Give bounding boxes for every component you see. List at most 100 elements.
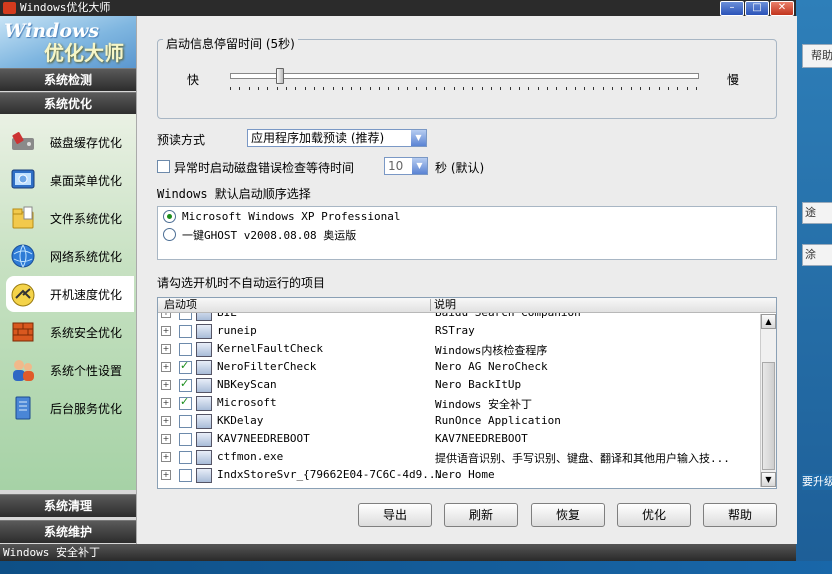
- nav-boot-speed-label: 开机速度优化: [50, 288, 123, 302]
- slider-slow-label: 慢: [727, 73, 740, 87]
- row-checkbox[interactable]: [179, 343, 192, 356]
- table-row[interactable]: + Microsoft Windows 安全补丁: [158, 394, 758, 412]
- row-name: NBKeyScan: [217, 378, 277, 391]
- expand-icon[interactable]: +: [161, 398, 171, 408]
- table-scrollbar[interactable]: ▲ ▼: [760, 314, 776, 487]
- scrollbar-thumb[interactable]: [762, 362, 775, 470]
- close-button[interactable]: ✕: [770, 1, 794, 16]
- row-checkbox[interactable]: [179, 415, 192, 428]
- diskcheck-wait-select[interactable]: 10 ▼: [384, 157, 428, 175]
- app-logo: Windows 优化大师: [0, 16, 136, 68]
- nav-services-label: 后台服务优化: [50, 402, 123, 416]
- row-checkbox[interactable]: [179, 359, 192, 374]
- optimize-button[interactable]: 优化: [617, 503, 691, 527]
- table-row[interactable]: + NeroFilterCheck Nero AG NeroCheck: [158, 358, 758, 376]
- section-system-detect[interactable]: 系统检测: [0, 68, 136, 91]
- personalize-icon: [10, 357, 36, 383]
- row-checkbox[interactable]: [179, 325, 192, 338]
- nav-security-label: 系统安全优化: [50, 326, 123, 340]
- minimize-button[interactable]: –: [720, 1, 744, 16]
- os-radio-1[interactable]: [163, 210, 176, 223]
- desktop-menu-icon: [10, 167, 36, 193]
- refresh-button[interactable]: 刷新: [444, 503, 518, 527]
- prefetch-select[interactable]: 应用程序加载预读 (推荐) ▼: [247, 129, 427, 147]
- diskcheck-checkbox[interactable]: [157, 160, 170, 173]
- nav-boot-speed[interactable]: 开机速度优化: [6, 276, 134, 312]
- diskcheck-value: 10: [388, 159, 404, 173]
- file-system-icon: [10, 205, 36, 231]
- diskcheck-label: 异常时启动磁盘错误检查等待时间: [174, 161, 355, 175]
- status-bar: Windows 安全补丁: [0, 544, 796, 561]
- table-row[interactable]: + ctfmon.exe 提供语音识别、手写识别、键盘、翻译和其他用户输入技...: [158, 448, 758, 466]
- row-description: Nero BackItUp: [435, 378, 522, 391]
- expand-icon[interactable]: +: [161, 380, 171, 390]
- nav-disk-cache-label: 磁盘缓存优化: [50, 136, 123, 150]
- help-button[interactable]: 帮助: [703, 503, 777, 527]
- expand-icon[interactable]: +: [161, 470, 171, 480]
- boot-speed-icon: [10, 281, 36, 307]
- row-name: Microsoft: [217, 396, 277, 409]
- row-checkbox[interactable]: [179, 395, 192, 410]
- startup-items-table: 启动项 说明 +BIEBaidu Search Companion+runeip…: [157, 297, 777, 489]
- nav-security[interactable]: 系统安全优化: [6, 314, 134, 350]
- nav-services[interactable]: 后台服务优化: [6, 390, 134, 426]
- expand-icon[interactable]: +: [161, 452, 171, 462]
- nav-network[interactable]: 网络系统优化: [6, 238, 134, 274]
- table-row[interactable]: + IndxStoreSvr_{79662E04-7C6C-4d9... Nero …: [158, 466, 758, 484]
- disk-cache-icon: [10, 129, 36, 155]
- expand-icon[interactable]: +: [161, 362, 171, 372]
- row-name: KKDelay: [217, 414, 264, 427]
- row-checkbox[interactable]: [179, 433, 192, 446]
- startup-label: 请勾选开机时不自动运行的项目: [157, 276, 326, 290]
- scroll-down-icon[interactable]: ▼: [761, 472, 776, 487]
- table-row[interactable]: + runeip RSTray: [158, 322, 758, 340]
- col-header-desc[interactable]: 说明: [434, 298, 456, 312]
- bg-fragment-2: 涂: [802, 244, 832, 266]
- nav-file-system[interactable]: 文件系统优化: [6, 200, 134, 236]
- expand-icon[interactable]: +: [161, 326, 171, 336]
- row-description: RSTray: [435, 324, 475, 337]
- expand-icon[interactable]: +: [161, 344, 171, 354]
- optimize-nav-list: 磁盘缓存优化 桌面菜单优化 文件系统优化 网络系统优化 开机速度优化 系统安全优…: [0, 114, 136, 490]
- row-checkbox[interactable]: [179, 451, 192, 464]
- row-checkbox[interactable]: [179, 469, 192, 482]
- os-radio-2[interactable]: [163, 228, 176, 241]
- table-row[interactable]: + KAV7NEEDREBOOT KAV7NEEDREBOOT: [158, 430, 758, 448]
- table-row[interactable]: + NBKeyScan Nero BackItUp: [158, 376, 758, 394]
- content-panel: 启动信息停留时间 (5秒) 快 慢 预读方式 应用程序加载预读 (推荐) ▼ 异…: [136, 16, 797, 544]
- nav-personalize[interactable]: 系统个性设置: [6, 352, 134, 388]
- section-system-maintain[interactable]: 系统维护: [0, 520, 136, 543]
- desktop-strip: [0, 561, 832, 574]
- col-header-item[interactable]: 启动项: [164, 298, 197, 312]
- row-name: IndxStoreSvr_{79662E04-7C6C-4d9...: [217, 468, 443, 481]
- os-order-label: Windows 默认启动顺序选择: [157, 187, 311, 201]
- window-title: Windows优化大师: [20, 1, 111, 14]
- expand-icon[interactable]: +: [161, 434, 171, 444]
- os-option-2-label[interactable]: 一键GHOST v2008.08.08 奥运版: [182, 227, 356, 243]
- table-row[interactable]: + KKDelay RunOnce Application: [158, 412, 758, 430]
- status-text: Windows 安全补丁: [3, 546, 100, 559]
- section-system-clean[interactable]: 系统清理: [0, 494, 136, 517]
- export-button[interactable]: 导出: [358, 503, 432, 527]
- restore-button[interactable]: 恢复: [531, 503, 605, 527]
- row-checkbox[interactable]: [179, 377, 192, 392]
- window-icon: [196, 414, 212, 429]
- nav-disk-cache[interactable]: 磁盘缓存优化: [6, 124, 134, 160]
- maximize-button[interactable]: □: [745, 1, 769, 16]
- scroll-up-icon[interactable]: ▲: [761, 314, 776, 329]
- nav-file-system-label: 文件系统优化: [50, 212, 123, 226]
- app-icon: [3, 2, 16, 14]
- section-system-optimize[interactable]: 系统优化: [0, 92, 136, 115]
- row-description: KAV7NEEDREBOOT: [435, 432, 528, 445]
- nav-desktop-menu[interactable]: 桌面菜单优化: [6, 162, 134, 198]
- boot-delay-slider-thumb[interactable]: [276, 68, 284, 84]
- boot-delay-slider-track[interactable]: [230, 73, 699, 79]
- row-description: Windows内核检查程序: [435, 344, 548, 357]
- row-name: KernelFaultCheck: [217, 342, 323, 355]
- table-row[interactable]: + KernelFaultCheck Windows内核检查程序: [158, 340, 758, 358]
- bg-fragment-3: 要升级: [802, 474, 832, 490]
- sidebar: Windows 优化大师 系统检测 系统优化 磁盘缓存优化 桌面菜单优化 文件系…: [0, 16, 136, 544]
- os-option-1-label[interactable]: Microsoft Windows XP Professional: [182, 210, 401, 223]
- boot-delay-legend: 启动信息停留时间 (5秒): [163, 35, 298, 52]
- expand-icon[interactable]: +: [161, 416, 171, 426]
